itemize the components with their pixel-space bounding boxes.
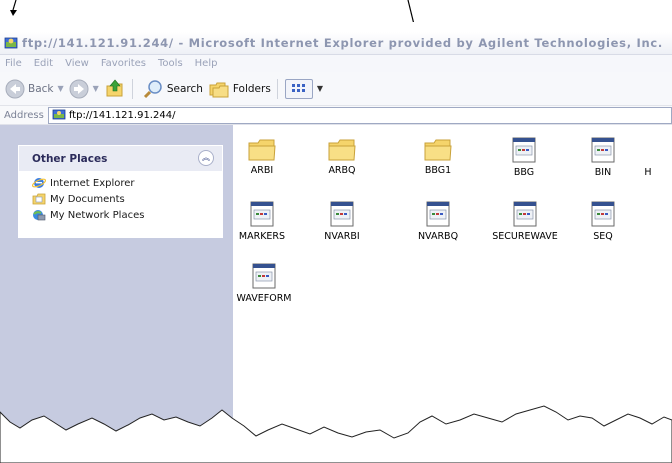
torn-edge: [0, 405, 672, 463]
